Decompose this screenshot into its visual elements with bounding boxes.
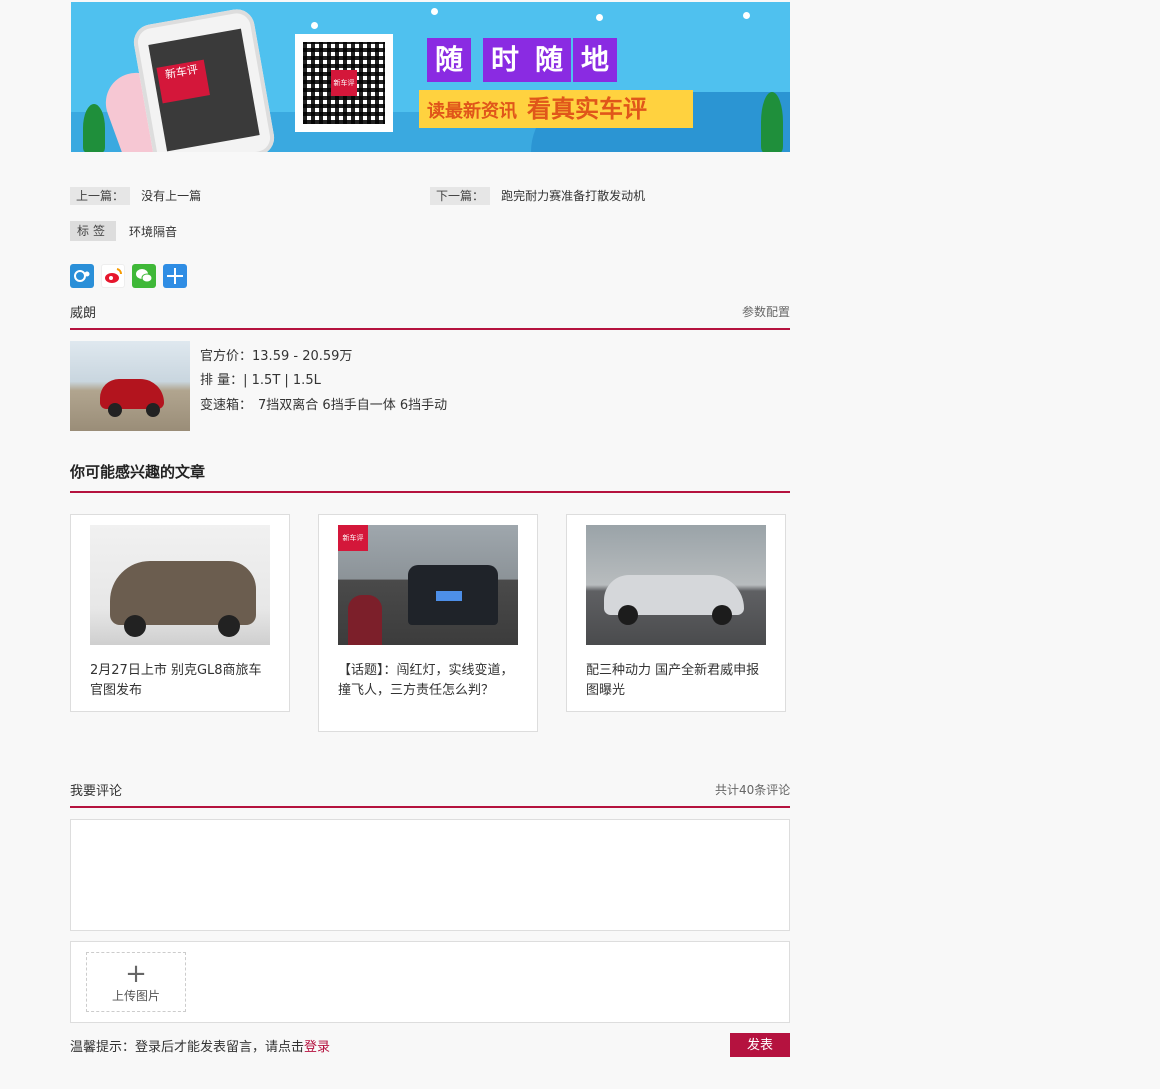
price-value: 13.59 - 20.59万	[252, 349, 353, 364]
prev-label: 上一篇：	[70, 187, 131, 205]
article-card[interactable]: 新车评 【话题】：闯红灯，实线变道，撞飞人，三方责任怎么判？	[318, 514, 538, 732]
article-card[interactable]: 2月27日上市 别克GL8商旅车官图发布	[70, 514, 290, 712]
tags-label: 标签	[70, 221, 116, 241]
phone-illustration: 新车评	[131, 6, 277, 152]
snow-dot	[311, 22, 318, 29]
van-wheel	[124, 615, 146, 637]
banner-tree	[83, 104, 105, 152]
sedan-wheel	[712, 605, 732, 625]
next-label: 下一篇：	[430, 187, 491, 205]
section-rule	[70, 806, 790, 808]
article-thumbnail[interactable]: 新车评	[338, 525, 518, 645]
comment-textarea[interactable]	[70, 819, 790, 931]
slogan-char: 随	[527, 38, 571, 82]
displacement-label: 排 量：	[200, 373, 244, 388]
wechat-icon[interactable]	[132, 264, 156, 288]
wechat-glyph	[136, 269, 153, 283]
submit-comment-button[interactable]: 发表	[730, 1033, 790, 1057]
qzone-glyph	[74, 270, 90, 282]
qr-logo: 新车评	[331, 70, 357, 96]
snow-dot	[743, 12, 750, 19]
banner-tree	[761, 92, 783, 152]
login-link[interactable]: 登录	[304, 1040, 330, 1055]
prev-link[interactable]: 没有上一篇	[141, 189, 201, 203]
upload-label: 上传图片	[111, 989, 160, 1003]
section-rule	[70, 328, 790, 330]
weibo-glyph	[105, 268, 122, 283]
article-thumbnail[interactable]	[586, 525, 766, 645]
next-article: 下一篇： 跑完耐力赛准备打散发动机	[430, 185, 645, 205]
more-share-icon[interactable]	[163, 264, 187, 288]
weibo-icon[interactable]	[101, 264, 125, 288]
qr-code: 新车评	[295, 34, 393, 132]
article-caption[interactable]: 配三种动力 国产全新君威申报图曝光	[586, 661, 768, 701]
sedan-wheel	[618, 605, 638, 625]
price-label: 官方价：	[200, 349, 253, 364]
article-caption[interactable]: 2月27日上市 别克GL8商旅车官图发布	[90, 661, 272, 701]
login-tip: 温馨提示：登录后才能发表留言，请点击登录	[70, 1036, 330, 1055]
gearbox-label: 变速箱：	[200, 398, 253, 413]
displacement-row: 排 量：| 1.5T | 1.5L	[200, 369, 321, 388]
article-thumbnail[interactable]	[90, 525, 270, 645]
snow-dot	[596, 14, 603, 21]
comment-count: 共计40条评论	[715, 783, 791, 797]
related-title: 你可能感兴趣的文章	[70, 463, 206, 481]
car-image[interactable]	[70, 341, 190, 431]
article-card[interactable]: 配三种动力 国产全新君威申报图曝光	[566, 514, 786, 712]
snow-dot	[431, 8, 438, 15]
app-download-banner[interactable]: 新车评 新车评 随 时 随 地 读最新资讯 看真实车评	[71, 2, 790, 152]
rider	[348, 595, 382, 645]
car-wheel	[146, 403, 160, 417]
banner-subline: 读最新资讯 看真实车评	[419, 90, 693, 128]
van-wheel	[218, 615, 240, 637]
site-logo: 新车评	[338, 525, 368, 551]
upload-image-button[interactable]: + 上传图片	[86, 952, 186, 1012]
tag-item[interactable]: 环境隔音	[129, 223, 177, 240]
comment-title: 我要评论	[70, 784, 123, 799]
upload-area: + 上传图片	[70, 941, 790, 1023]
plus-glyph	[167, 268, 183, 284]
license-plate	[436, 591, 462, 601]
displacement-value: | 1.5T | 1.5L	[243, 373, 321, 388]
banner-sub-large: 看真实车评	[527, 95, 647, 123]
next-link[interactable]: 跑完耐力赛准备打散发动机	[501, 189, 645, 203]
tip-text: 温馨提示：登录后才能发表留言，请点击	[70, 1040, 305, 1055]
slogan-char: 地	[573, 38, 617, 82]
banner-sub-small: 读最新资讯	[427, 101, 517, 122]
car-wheel	[108, 403, 122, 417]
gearbox-row: 变速箱： 7挡双离合 6挡手自一体 6挡手动	[200, 394, 447, 413]
car-name: 威朗	[70, 306, 97, 321]
gearbox-value: 7挡双离合 6挡手自一体 6挡手动	[258, 398, 448, 413]
plus-icon: +	[125, 959, 147, 989]
section-rule	[70, 491, 790, 493]
qzone-icon[interactable]	[70, 264, 94, 288]
slogan-char: 时	[483, 38, 527, 82]
article-caption[interactable]: 【话题】：闯红灯，实线变道，撞飞人，三方责任怎么判？	[338, 661, 520, 701]
prev-article: 上一篇： 没有上一篇	[70, 185, 201, 205]
params-config-link[interactable]: 参数配置	[742, 303, 790, 320]
slogan-char: 随	[427, 38, 471, 82]
price-row: 官方价：13.59 - 20.59万	[200, 345, 352, 364]
